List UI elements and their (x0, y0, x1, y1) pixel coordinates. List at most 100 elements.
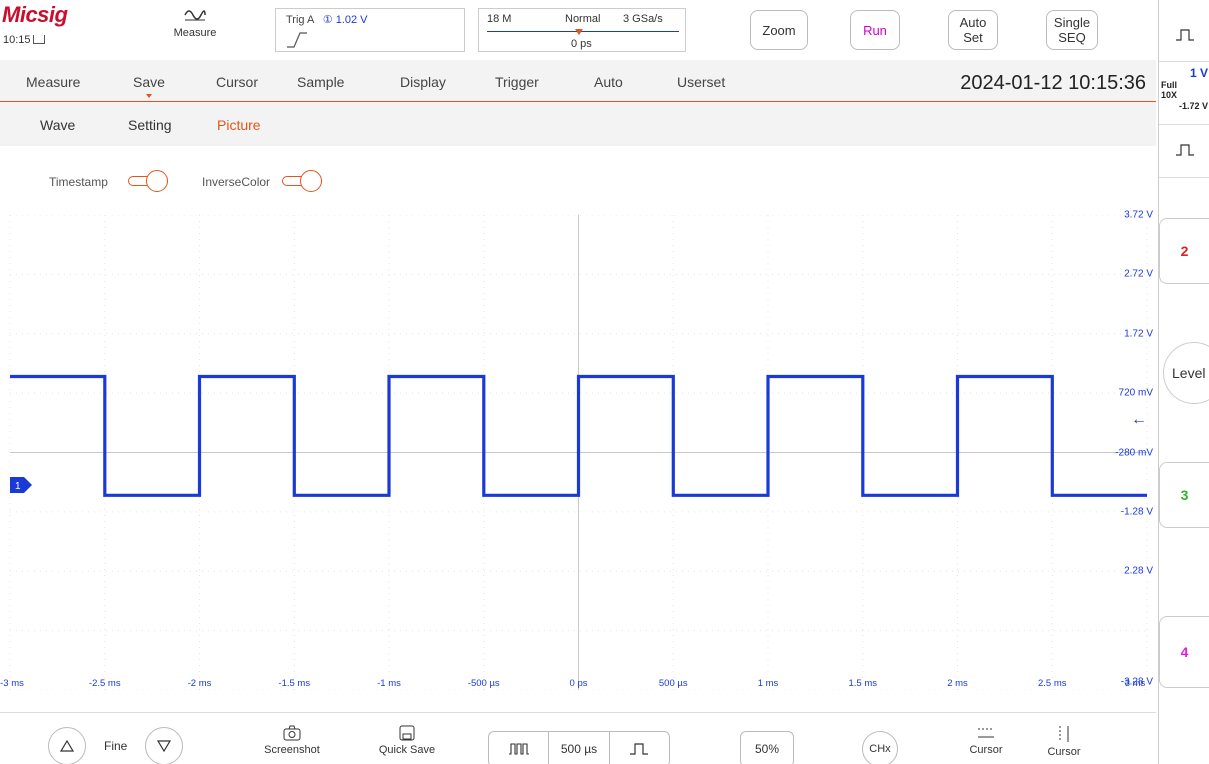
clock: 10:15 (3, 34, 45, 46)
menu-display[interactable]: Display (400, 74, 446, 90)
waveform-grid (9, 215, 1148, 690)
acquisition-mode: Normal (565, 13, 601, 25)
time-label: 2.5 ms (1037, 678, 1067, 689)
horizontal-cursor-button[interactable]: Cursor (958, 725, 1014, 756)
menu-save[interactable]: Save (133, 74, 165, 98)
ch1-waveform-edge (10, 376, 1147, 496)
memory-bar (487, 31, 679, 32)
screenshot-label: Screenshot (264, 744, 320, 756)
sample-rate: 3 GSa/s (623, 13, 663, 25)
pulse-icon (1175, 29, 1194, 41)
time-label: 3 ms (1124, 678, 1146, 689)
trigger-info[interactable]: Trig A ① 1.02 V (275, 8, 465, 52)
voltage-label: 2.72 V (1124, 268, 1153, 280)
up-button[interactable] (48, 727, 86, 764)
menu-auto[interactable]: Auto (594, 74, 623, 90)
timebase-decrease-button[interactable] (489, 732, 550, 764)
camera-icon (283, 725, 301, 741)
zoom-button[interactable]: Zoom (750, 10, 808, 50)
menu-cursor[interactable]: Cursor (216, 74, 258, 90)
voltage-label: 3.72 V (1124, 209, 1153, 221)
time-label: -1.5 ms (278, 678, 311, 689)
measure-button[interactable]: Measure (160, 6, 230, 52)
acquisition-info[interactable]: 18 M Normal 3 GSa/s 0 ps (478, 8, 686, 52)
single-label-1: Single (1053, 15, 1091, 30)
submenu-picture[interactable]: Picture (217, 117, 261, 133)
voltage-label: -1.28 V (1120, 506, 1153, 518)
horizontal-cursor-icon (978, 728, 994, 738)
trigger-position-marker (575, 29, 583, 35)
time-label: -2 ms (187, 678, 212, 689)
channel4-button[interactable]: 4 (1159, 616, 1209, 688)
channel3-button[interactable]: 3 (1159, 462, 1209, 528)
voltage-label: 1.72 V (1124, 328, 1153, 340)
rising-edge-icon (287, 32, 307, 48)
pulse-mode-button-2[interactable] (1159, 124, 1209, 178)
down-button[interactable] (145, 727, 183, 764)
timebase-control: 500 µs (488, 731, 670, 764)
menu-userset[interactable]: Userset (677, 74, 725, 90)
fifty-percent-button[interactable]: 50% (740, 731, 794, 764)
auto-set-label-2: Set (963, 30, 983, 45)
right-panel: 1 V Full 10X -1.72 V 2 Level 3 4 (1158, 0, 1209, 764)
waveform-icon (184, 10, 206, 21)
time-label: 1 ms (757, 678, 779, 689)
level-button[interactable]: Level (1163, 342, 1209, 404)
bottom-bar: Fine Screenshot Quick Save 500 µs 50% CH… (0, 712, 1156, 764)
time-label: -2.5 ms (88, 678, 121, 689)
quick-save-button[interactable]: Quick Save (370, 725, 444, 756)
voltage-label: -280 mV (1115, 447, 1153, 458)
ch1-probe: 10X (1161, 90, 1178, 100)
auto-set-button[interactable]: Auto Set (948, 10, 998, 50)
screenshot-button[interactable]: Screenshot (256, 725, 328, 756)
dense-pulse-icon (508, 743, 529, 755)
trigger-level-arrow[interactable]: ← (1131, 411, 1147, 429)
waveform-display[interactable]: 3.72 V 2.72 V 1.72 V 720 mV -280 mV -1.28 V 2.… (0, 210, 1157, 690)
ch1-ground-marker[interactable]: 1 (10, 477, 32, 493)
menu-measure[interactable]: Measure (26, 74, 80, 90)
time-label: 0 ps (569, 678, 588, 689)
menu-sample[interactable]: Sample (297, 74, 344, 90)
ch1-coupling: Full (1161, 80, 1177, 90)
triangle-down-icon (157, 740, 171, 752)
vertical-cursor-icon (1059, 726, 1069, 742)
time-label: -1 ms (377, 678, 401, 689)
vertical-cursor-button[interactable]: Cursor (1036, 725, 1092, 758)
voltage-label: 2.28 V (1124, 565, 1153, 577)
run-button[interactable]: Run (850, 10, 900, 50)
pulse-mode-button[interactable] (1159, 0, 1209, 62)
single-label-2: SEQ (1058, 30, 1086, 45)
date-time: 2024-01-12 10:15:36 (960, 72, 1146, 94)
timestamp-toggle[interactable] (128, 170, 170, 192)
time-label: -3 ms (0, 678, 24, 689)
timestamp-label: Timestamp (49, 175, 108, 189)
single-seq-button[interactable]: Single SEQ (1046, 10, 1098, 50)
inverse-color-label: InverseColor (202, 175, 271, 189)
time-label: 2 ms (947, 678, 968, 689)
channel2-button[interactable]: 2 (1159, 218, 1209, 284)
pulse-icon (630, 743, 649, 755)
time-label: -500 µs (467, 678, 500, 689)
submenu-wave[interactable]: Wave (40, 117, 75, 133)
voltage-label: 720 mV (1118, 387, 1153, 399)
micsig-logo: Micsig (2, 2, 68, 27)
screen-icon (32, 35, 45, 44)
memory-depth: 18 M (487, 13, 512, 25)
chx-button[interactable]: CHx (862, 731, 898, 764)
timebase-increase-button[interactable] (610, 732, 669, 764)
ch1-marker-label: 1 (15, 481, 21, 492)
menu-trigger[interactable]: Trigger (495, 74, 539, 90)
cursor-label-1: Cursor (969, 744, 1003, 756)
save-icon (399, 725, 415, 741)
trigger-level: ① 1.02 V (322, 14, 368, 26)
channel1-info[interactable]: 1 V Full 10X -1.72 V (1159, 64, 1209, 124)
timebase-value: 500 µs (549, 732, 610, 764)
triangle-up-icon (60, 740, 74, 752)
toggle-knob (146, 170, 168, 192)
trigger-label: Trig A (286, 14, 314, 26)
submenu-setting[interactable]: Setting (128, 117, 172, 133)
fine-label[interactable]: Fine (104, 739, 127, 753)
auto-set-label-1: Auto (959, 15, 987, 30)
main-menu: Measure Save Cursor Sample Display Trigg… (0, 60, 1156, 102)
inverse-color-toggle[interactable] (282, 170, 324, 192)
